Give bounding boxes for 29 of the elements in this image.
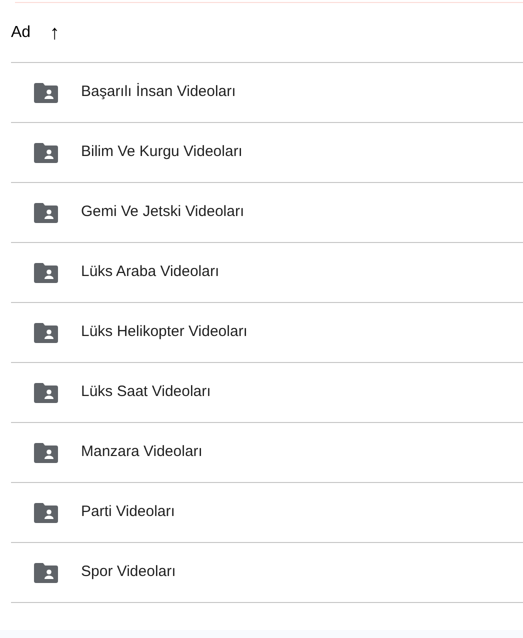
shared-folder-icon xyxy=(34,502,58,522)
folder-row[interactable]: Gemi Ve Jetski Videoları xyxy=(11,183,523,243)
folder-row[interactable]: Spor Videoları xyxy=(11,543,523,603)
sort-ascending-button[interactable]: ↑ xyxy=(50,22,60,42)
folder-name: Parti Videoları xyxy=(81,502,175,522)
folder-name: Lüks Helikopter Videoları xyxy=(81,322,248,342)
folder-name: Manzara Videoları xyxy=(81,442,202,462)
folder-row[interactable]: Lüks Araba Videoları xyxy=(11,243,523,303)
folder-name: Gemi Ve Jetski Videoları xyxy=(81,202,244,222)
folder-name: Spor Videoları xyxy=(81,562,176,582)
shared-folder-icon xyxy=(34,382,58,402)
folder-row[interactable]: Başarılı İnsan Videoları xyxy=(11,63,523,123)
folder-row[interactable]: Bilim Ve Kurgu Videoları xyxy=(11,123,523,183)
folder-row[interactable]: Lüks Saat Videoları xyxy=(11,363,523,423)
folder-name: Lüks Araba Videoları xyxy=(81,262,220,282)
shared-folder-icon xyxy=(34,142,58,162)
folder-name: Bilim Ve Kurgu Videoları xyxy=(81,142,242,162)
folder-row[interactable]: Lüks Helikopter Videoları xyxy=(11,303,523,363)
shared-folder-icon xyxy=(34,322,58,342)
shared-folder-icon xyxy=(34,202,58,222)
folder-row[interactable]: Parti Videoları xyxy=(11,483,523,543)
folder-name: Başarılı İnsan Videoları xyxy=(81,82,236,102)
folder-row[interactable]: Manzara Videoları xyxy=(11,423,523,483)
shared-folder-icon xyxy=(34,562,58,582)
shared-folder-icon xyxy=(34,442,58,462)
name-column-header[interactable]: Ad xyxy=(11,20,31,44)
shared-folder-icon xyxy=(34,82,58,102)
folder-name: Lüks Saat Videoları xyxy=(81,382,211,402)
shared-folder-icon xyxy=(34,262,58,282)
